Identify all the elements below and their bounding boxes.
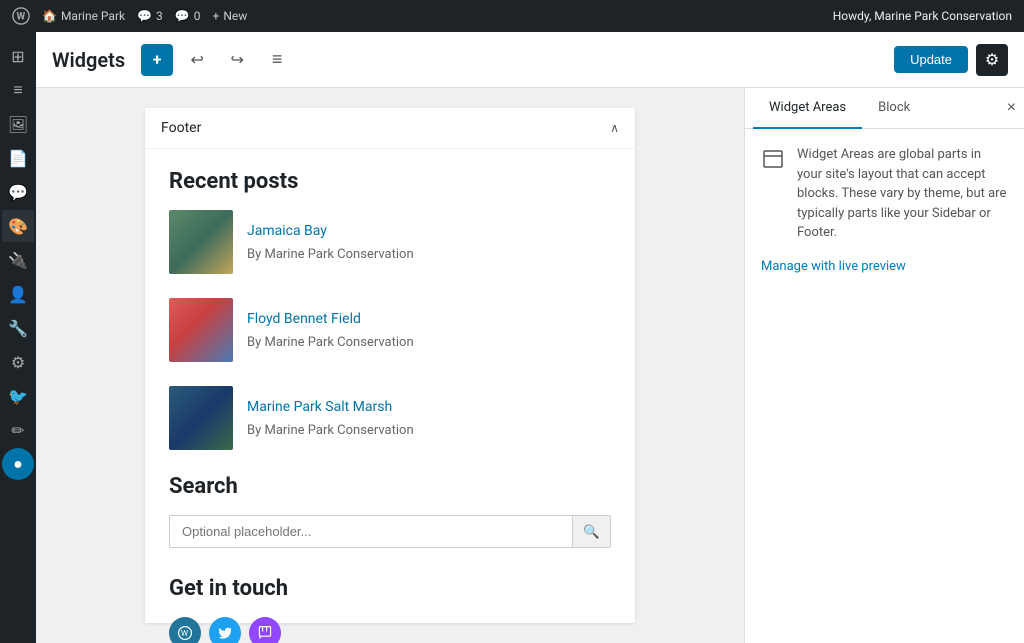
contact-title: Get in touch <box>169 576 611 601</box>
post-info-2: Floyd Bennet Field By Marine Park Conser… <box>247 311 414 350</box>
info-block: Widget Areas are global parts in your si… <box>761 145 1008 243</box>
post-info-3: Marine Park Salt Marsh By Marine Park Co… <box>247 399 414 438</box>
post-thumbnail-1 <box>169 210 233 274</box>
widget-area-icon <box>761 147 785 243</box>
twitch-social-icon[interactable] <box>249 617 281 643</box>
contact-section: Get in touch W <box>169 576 611 643</box>
sidebar-icon-media[interactable]: 🖼 <box>2 108 34 140</box>
comments-count: 3 <box>156 9 163 23</box>
tab-widget-areas[interactable]: Widget Areas <box>753 88 862 129</box>
sidebar: ⊞ ≡ 🖼 📄 💬 🎨 🔌 👤 🔧 ⚙ 🐦 ✏ ● <box>0 32 36 643</box>
update-button[interactable]: Update <box>894 46 968 73</box>
twitter-social-icon[interactable] <box>209 617 241 643</box>
widget-area-title: Footer <box>161 120 201 136</box>
howdy-text: Howdy, Marine Park Conservation <box>833 9 1012 23</box>
toolbar: Widgets + ↩ ↪ ≡ Update ⚙ <box>36 32 1024 88</box>
social-icons: W <box>169 617 611 643</box>
post-link-2[interactable]: Floyd Bennet Field <box>247 311 414 327</box>
post-item-3: Marine Park Salt Marsh By Marine Park Co… <box>169 386 611 450</box>
post-link-1[interactable]: Jamaica Bay <box>247 223 414 239</box>
post-item-2: Floyd Bennet Field By Marine Park Conser… <box>169 298 611 362</box>
svg-text:W: W <box>17 12 26 23</box>
sidebar-icon-posts[interactable]: ≡ <box>2 74 34 106</box>
post-item-1: Jamaica Bay By Marine Park Conservation <box>169 210 611 274</box>
close-panel-button[interactable]: × <box>1007 99 1016 117</box>
search-title: Search <box>169 474 611 499</box>
main-layout: ⊞ ≡ 🖼 📄 💬 🎨 🔌 👤 🔧 ⚙ 🐦 ✏ ● Widgets + ↩ ↪ … <box>0 32 1024 643</box>
manage-live-preview-link[interactable]: Manage with live preview <box>761 259 1008 274</box>
toolbar-right: Update ⚙ <box>894 44 1008 76</box>
post-link-3[interactable]: Marine Park Salt Marsh <box>247 399 414 415</box>
sidebar-icon-settings[interactable]: ⚙ <box>2 346 34 378</box>
post-info-1: Jamaica Bay By Marine Park Conservation <box>247 223 414 262</box>
comments-item[interactable]: 💬 3 <box>137 9 163 23</box>
sidebar-icon-circle[interactable]: ● <box>2 448 34 480</box>
site-name-item[interactable]: 🏠 Marine Park <box>42 9 125 23</box>
right-panel-body: Widget Areas are global parts in your si… <box>745 129 1024 643</box>
tab-block[interactable]: Block <box>862 88 926 129</box>
post-thumbnail-3 <box>169 386 233 450</box>
new-item[interactable]: + New <box>213 9 248 23</box>
admin-bar: W 🏠 Marine Park 💬 3 💬 0 + New Howdy, Mar… <box>0 0 1024 32</box>
page-title: Widgets <box>52 48 125 72</box>
post-thumbnail-2 <box>169 298 233 362</box>
revisions-count: 0 <box>194 9 201 23</box>
sidebar-icon-users[interactable]: 👤 <box>2 278 34 310</box>
editor-area: Footer ∧ Recent posts Jamaica Bay By Mar… <box>36 88 1024 643</box>
sidebar-icon-tools[interactable]: 🔧 <box>2 312 34 344</box>
sidebar-icon-comments[interactable]: 💬 <box>2 176 34 208</box>
info-description: Widget Areas are global parts in your si… <box>797 145 1008 243</box>
new-label: New <box>223 9 247 23</box>
wp-logo-item[interactable]: W <box>12 7 30 25</box>
sidebar-icon-twitter[interactable]: 🐦 <box>2 380 34 412</box>
revisions-item[interactable]: 💬 0 <box>175 9 201 23</box>
recent-posts-title: Recent posts <box>169 169 611 194</box>
svg-text:W: W <box>181 629 188 638</box>
widget-header: Footer ∧ <box>145 108 635 149</box>
toolbar-left: Widgets + ↩ ↪ ≡ <box>52 44 293 76</box>
sidebar-icon-plugins[interactable]: 🔌 <box>2 244 34 276</box>
sidebar-icon-appearance[interactable]: 🎨 <box>2 210 34 242</box>
admin-bar-left: W 🏠 Marine Park 💬 3 💬 0 + New <box>12 7 247 25</box>
add-block-button[interactable]: + <box>141 44 173 76</box>
revisions-icon: 💬 <box>175 9 190 23</box>
right-panel-tabs: Widget Areas Block × <box>745 88 1024 129</box>
post-author-3: By Marine Park Conservation <box>247 423 414 438</box>
content-area: Widgets + ↩ ↪ ≡ Update ⚙ Footer ∧ <box>36 32 1024 643</box>
post-author-1: By Marine Park Conservation <box>247 247 414 262</box>
canvas[interactable]: Footer ∧ Recent posts Jamaica Bay By Mar… <box>36 88 744 643</box>
search-input-wrapper: 🔍 <box>169 515 611 548</box>
widget-body: Recent posts Jamaica Bay By Marine Park … <box>145 149 635 643</box>
plus-icon: + <box>213 9 220 23</box>
collapse-button[interactable]: ∧ <box>610 121 619 135</box>
widget-panel: Footer ∧ Recent posts Jamaica Bay By Mar… <box>145 108 635 623</box>
site-name: Marine Park <box>61 9 125 23</box>
home-icon: 🏠 <box>42 9 57 23</box>
search-section: Search 🔍 <box>169 474 611 548</box>
search-submit-button[interactable]: 🔍 <box>572 516 610 547</box>
list-view-button[interactable]: ≡ <box>261 44 293 76</box>
settings-button[interactable]: ⚙ <box>976 44 1008 76</box>
sidebar-icon-pages[interactable]: 📄 <box>2 142 34 174</box>
right-panel: Widget Areas Block × Widget Areas are gl… <box>744 88 1024 643</box>
sidebar-icon-edit[interactable]: ✏ <box>2 414 34 446</box>
wordpress-social-icon[interactable]: W <box>169 617 201 643</box>
post-author-2: By Marine Park Conservation <box>247 335 414 350</box>
sidebar-icon-dashboard[interactable]: ⊞ <box>2 40 34 72</box>
redo-button[interactable]: ↪ <box>221 44 253 76</box>
undo-button[interactable]: ↩ <box>181 44 213 76</box>
search-input[interactable] <box>170 516 572 547</box>
comment-bubble-icon: 💬 <box>137 9 152 23</box>
